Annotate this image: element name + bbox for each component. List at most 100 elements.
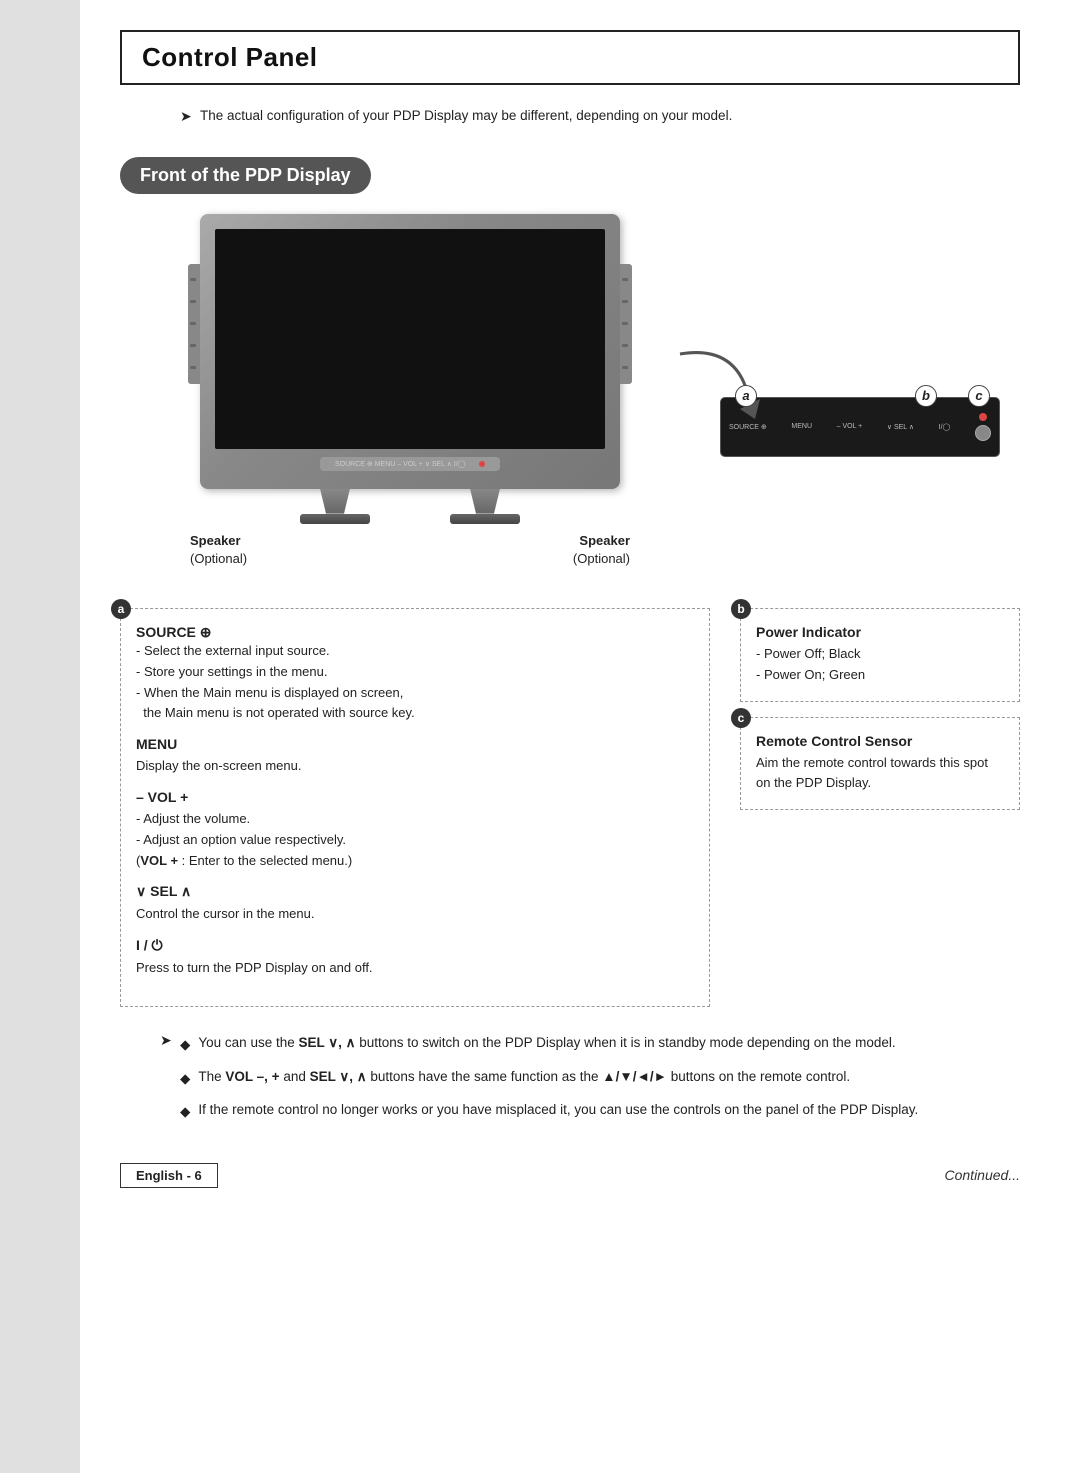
note-2-text: The VOL –, + and SEL ∨, ∧ buttons have t… (198, 1066, 850, 1088)
badge-a-wrapper: a (735, 385, 757, 407)
tv-col: SOURCE ⊕ MENU – VOL + ∨ SEL ∧ I/◯ (120, 214, 700, 578)
speaker-labels: Speaker (Optional) Speaker (Optional) (170, 532, 650, 568)
left-sidebar (0, 0, 80, 1473)
panel-power-label: I/◯ (939, 423, 951, 431)
source-text: - Select the external input source. - St… (136, 641, 694, 724)
footer-separator: - (187, 1168, 195, 1183)
info-box-b: b Power Indicator - Power Off; Black - P… (740, 608, 1020, 702)
footer-continued: Continued... (945, 1167, 1021, 1183)
speaker-hole (190, 300, 196, 303)
power-section: I / ⏻ Press to turn the PDP Display on a… (136, 937, 694, 979)
note-3-text: If the remote control no longer works or… (198, 1099, 918, 1121)
stand-base-left (300, 514, 370, 524)
sensor-button (975, 425, 991, 441)
power-indicator-dot (979, 413, 987, 421)
power-indicator-text: - Power Off; Black - Power On; Green (756, 644, 1004, 686)
speaker-hole (190, 366, 196, 369)
stand-leg-right (470, 489, 500, 514)
badge-c-box: c (731, 708, 751, 728)
badge-a: a (735, 385, 757, 407)
vol-text: - Adjust the volume. - Adjust an option … (136, 809, 694, 871)
tv-panel-area: SOURCE ⊕ MENU – VOL + ∨ SEL ∧ I/◯ (120, 214, 1020, 578)
page-wrapper: Control Panel The actual configuration o… (0, 0, 1080, 1473)
bottom-note-3: ◆ If the remote control no longer works … (180, 1099, 1020, 1123)
speaker-hole (190, 322, 196, 325)
tv-frame: SOURCE ⊕ MENU – VOL + ∨ SEL ∧ I/◯ (200, 214, 620, 489)
page-title: Control Panel (142, 42, 998, 73)
bottom-notes: ◆ You can use the SEL ∨, ∧ buttons to sw… (120, 1032, 1020, 1123)
vol-section: – VOL + - Adjust the volume. - Adjust an… (136, 789, 694, 871)
speaker-hole (622, 322, 628, 325)
panel-sel-label: ∨ SEL ∧ (887, 423, 914, 431)
vol-title: – VOL + (136, 789, 694, 805)
speaker-right-grille (620, 264, 632, 384)
sel-title: ∨ SEL ∧ (136, 883, 694, 900)
badge-a-box: a (111, 599, 131, 619)
notice-text: The actual configuration of your PDP Dis… (180, 105, 1020, 127)
info-box-c: c Remote Control Sensor Aim the remote c… (740, 717, 1020, 811)
badge-b-wrapper: b (915, 385, 937, 407)
info-box-a: a SOURCE ⊕ - Select the external input s… (120, 608, 710, 1007)
speaker-left-name: Speaker (190, 532, 247, 550)
tv-stand (200, 489, 620, 524)
diamond-icon-1: ◆ (180, 1034, 190, 1056)
section-header: Front of the PDP Display (120, 157, 1020, 214)
badge-b-box: b (731, 599, 751, 619)
menu-section: MENU Display the on-screen menu. (136, 736, 694, 777)
bottom-note-1: ◆ You can use the SEL ∨, ∧ buttons to sw… (180, 1032, 1020, 1056)
power-text: Press to turn the PDP Display on and off… (136, 958, 694, 979)
panel-menu-label: MENU (791, 423, 812, 430)
stand-base-right (450, 514, 520, 524)
tv-controls-strip: SOURCE ⊕ MENU – VOL + ∨ SEL ∧ I/◯ (320, 457, 500, 471)
bottom-note-2: ◆ The VOL –, + and SEL ∨, ∧ buttons have… (180, 1066, 1020, 1090)
main-content: Control Panel The actual configuration o… (80, 0, 1080, 1228)
tv-screen (215, 229, 605, 449)
panel-indicators (975, 413, 991, 441)
panel-source-label: SOURCE ⊕ (729, 423, 767, 431)
badge-c-wrapper: c (968, 385, 990, 407)
stand-unit-left (300, 489, 370, 524)
title-bar: Control Panel (120, 30, 1020, 85)
stand-unit-right (450, 489, 520, 524)
source-title: SOURCE ⊕ (136, 624, 694, 641)
tv-section: SOURCE ⊕ MENU – VOL + ∨ SEL ∧ I/◯ (120, 214, 700, 568)
stand-leg-left (320, 489, 350, 514)
speaker-hole (190, 278, 196, 281)
diamond-icon-3: ◆ (180, 1101, 190, 1123)
tv-container: SOURCE ⊕ MENU – VOL + ∨ SEL ∧ I/◯ (200, 214, 620, 568)
speaker-left-sub: (Optional) (190, 550, 247, 568)
speaker-left-grille (188, 264, 200, 384)
speaker-label-right: Speaker (Optional) (573, 532, 630, 568)
speaker-hole (622, 278, 628, 281)
section-header-text: Front of the PDP Display (120, 157, 371, 194)
badge-c: c (968, 385, 990, 407)
notice-content: The actual configuration of your PDP Dis… (200, 108, 732, 123)
diamond-icon-2: ◆ (180, 1068, 190, 1090)
sel-text: Control the cursor in the menu. (136, 904, 694, 925)
controls-strip-text: SOURCE ⊕ MENU – VOL + ∨ SEL ∧ I/◯ (335, 460, 466, 468)
power-indicator-title: Power Indicator (756, 624, 1004, 640)
menu-title: MENU (136, 736, 694, 752)
note-1-text: You can use the SEL ∨, ∧ buttons to swit… (198, 1032, 895, 1054)
menu-text: Display the on-screen menu. (136, 756, 694, 777)
speaker-hole (190, 344, 196, 347)
info-right: b Power Indicator - Power Off; Black - P… (740, 608, 1020, 1007)
footer-page-number: 6 (195, 1168, 202, 1183)
speaker-hole (622, 366, 628, 369)
speaker-right-sub: (Optional) (573, 550, 630, 568)
page-footer: English - 6 Continued... (120, 1153, 1020, 1188)
speaker-hole (622, 300, 628, 303)
speaker-right-name: Speaker (573, 532, 630, 550)
remote-sensor-title: Remote Control Sensor (756, 733, 1004, 749)
footer-language-text: English (136, 1168, 183, 1183)
panel-vol-label: – VOL + (837, 423, 863, 430)
panel-col: a b c SOURCE ⊕ MENU – VOL + ∨ SEL ∧ I/◯ (720, 214, 1020, 457)
info-section: a SOURCE ⊕ - Select the external input s… (120, 608, 1020, 1007)
speaker-hole (622, 344, 628, 347)
source-section: SOURCE ⊕ - Select the external input sou… (136, 624, 694, 724)
badge-b: b (915, 385, 937, 407)
power-led-indicator (479, 461, 485, 467)
power-title: I / ⏻ (136, 937, 694, 954)
speaker-label-left: Speaker (Optional) (190, 532, 247, 568)
sel-section: ∨ SEL ∧ Control the cursor in the menu. (136, 883, 694, 925)
